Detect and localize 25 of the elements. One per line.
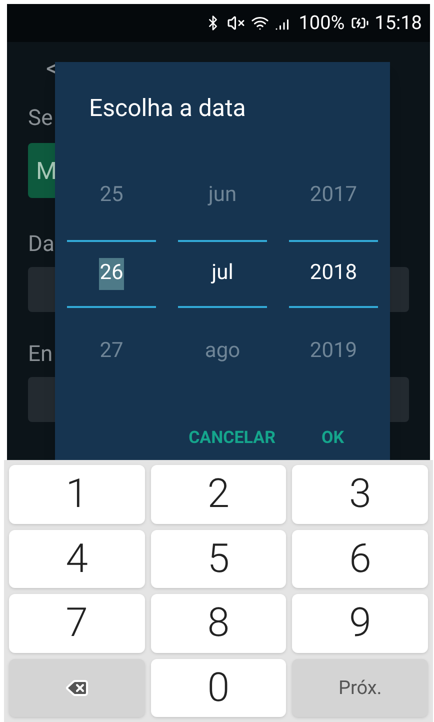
digit-key[interactable]: 9 (292, 594, 428, 652)
digit-key[interactable]: 1 (9, 465, 145, 524)
battery-percent: 100% (298, 10, 345, 36)
dialog-button[interactable]: CANCELAR (188, 426, 276, 452)
picker-value[interactable]: 26 (98, 258, 124, 290)
picker-value[interactable]: 2018 (308, 258, 358, 290)
digit-key[interactable]: 0 (150, 658, 286, 717)
digit-key[interactable]: 5 (150, 530, 286, 588)
digit-key[interactable]: 7 (9, 594, 145, 652)
mute-icon (226, 14, 245, 32)
digit-key[interactable]: 8 (150, 594, 286, 652)
digit-key[interactable]: 2 (150, 465, 286, 524)
digit-key[interactable]: 3 (292, 465, 428, 524)
next-key[interactable]: Próx. (292, 658, 428, 717)
digit-key[interactable]: 4 (9, 530, 145, 588)
dialog-button[interactable]: OK (321, 426, 344, 452)
backspace-key[interactable] (9, 658, 145, 717)
field-label: Se (28, 105, 53, 133)
digit-key[interactable]: 6 (292, 530, 428, 588)
picker-value[interactable]: jul (210, 258, 234, 290)
wifi-icon (250, 14, 269, 32)
field-label: En (28, 341, 53, 369)
dialog-title: Escolha a data (88, 93, 247, 124)
clock: 15:18 (374, 10, 422, 36)
field-label: Da (28, 231, 54, 259)
